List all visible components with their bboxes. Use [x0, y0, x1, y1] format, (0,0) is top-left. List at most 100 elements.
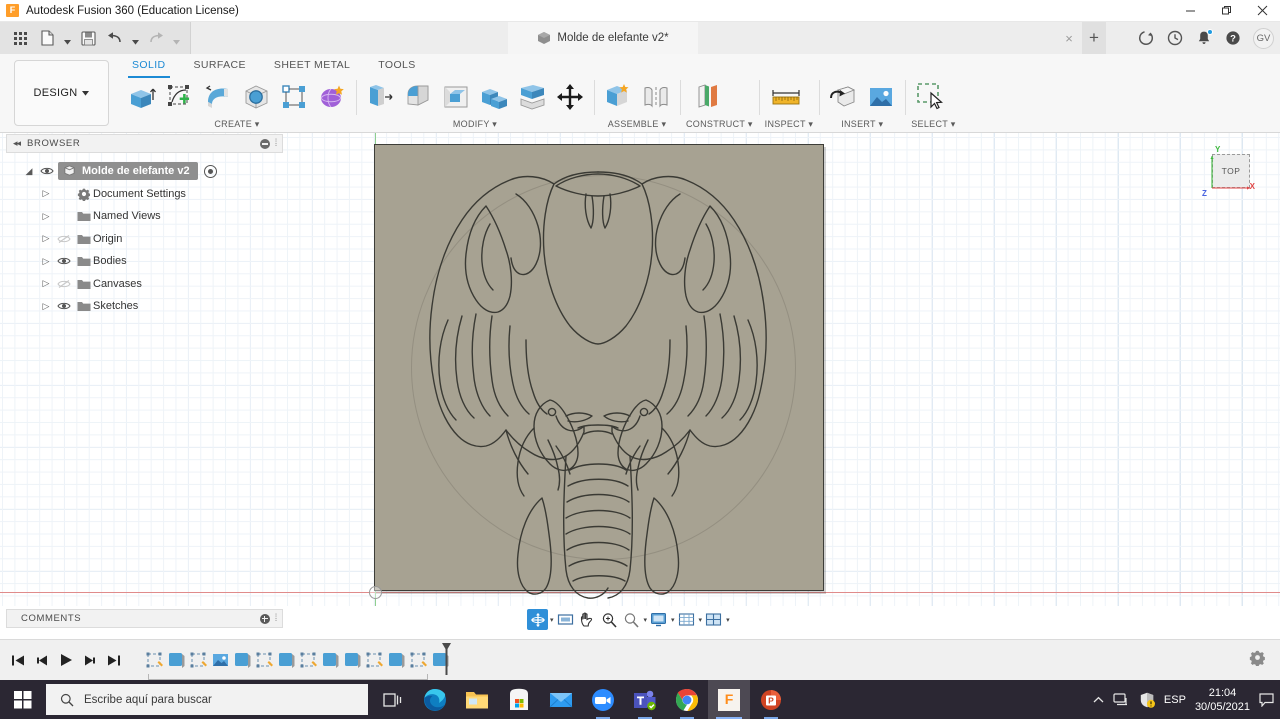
- joint-icon[interactable]: [638, 78, 674, 116]
- recent-activity-icon[interactable]: [1163, 26, 1187, 50]
- fillet-icon[interactable]: [400, 78, 436, 116]
- root-component[interactable]: Molde de elefante v2: [58, 162, 198, 181]
- expander-icon[interactable]: ▷: [39, 211, 53, 222]
- viewports-dropdown-caret[interactable]: ▾: [726, 616, 730, 624]
- panel-select-label[interactable]: SELECT ▾: [911, 119, 955, 133]
- timeline-canvas-feature[interactable]: [210, 649, 232, 674]
- tree-root-row[interactable]: ◢ Molde de elefante v2: [6, 160, 283, 183]
- document-tab[interactable]: Molde de elefante v2*: [508, 22, 698, 54]
- new-file-icon[interactable]: [35, 26, 59, 50]
- orbit-icon[interactable]: [527, 609, 548, 630]
- circle-minus-icon[interactable]: [259, 138, 270, 149]
- revolve-icon[interactable]: [200, 78, 236, 116]
- step-back-icon[interactable]: [34, 651, 50, 669]
- expander-icon[interactable]: ◢: [22, 166, 36, 177]
- origin-point-marker[interactable]: [369, 586, 382, 599]
- visibility-eye-off-icon[interactable]: [53, 234, 75, 244]
- play-icon[interactable]: [58, 651, 74, 669]
- microsoft-teams-icon[interactable]: [624, 680, 666, 719]
- combine-icon[interactable]: [476, 78, 512, 116]
- minimize-button[interactable]: [1172, 0, 1208, 22]
- powerpoint-icon[interactable]: P: [750, 680, 792, 719]
- display-dropdown-caret[interactable]: ▾: [671, 616, 675, 624]
- close-document-tab-button[interactable]: ×: [1058, 22, 1080, 54]
- timeline-sketch-feature[interactable]: [188, 649, 210, 674]
- insert-derive-icon[interactable]: [825, 78, 861, 116]
- tab-tools[interactable]: TOOLS: [364, 54, 429, 76]
- panel-grip-icon[interactable]: ⁞: [275, 138, 278, 149]
- timeline-sketch-feature[interactable]: [254, 649, 276, 674]
- visibility-eye-icon[interactable]: [53, 256, 75, 266]
- panel-inspect-label[interactable]: INSPECT ▾: [765, 119, 814, 133]
- comments-panel-header[interactable]: COMMENTS ⁞: [6, 609, 283, 628]
- new-component-icon[interactable]: [600, 78, 636, 116]
- user-avatar[interactable]: GV: [1253, 27, 1274, 49]
- timeline-extrude-feature[interactable]: [166, 649, 188, 674]
- timeline-settings-gear-icon[interactable]: [1249, 649, 1280, 671]
- pattern-icon[interactable]: [276, 78, 312, 116]
- close-button[interactable]: [1244, 0, 1280, 22]
- timeline-sketch-feature[interactable]: [144, 649, 166, 674]
- fusion-360-icon[interactable]: F: [708, 680, 750, 719]
- tree-item-bodies[interactable]: ▷ Bodies: [6, 250, 283, 273]
- taskbar-search-input[interactable]: Escribe aquí para buscar: [46, 684, 368, 715]
- tab-surface[interactable]: SURFACE: [180, 54, 260, 76]
- timeline-extrude-feature[interactable]: [342, 649, 364, 674]
- redo-icon[interactable]: [144, 26, 168, 50]
- go-to-end-icon[interactable]: [106, 651, 122, 669]
- redo-dropdown-caret[interactable]: [171, 26, 182, 50]
- tab-sheet-metal[interactable]: SHEET METAL: [260, 54, 364, 76]
- timeline-extrude-feature[interactable]: [232, 649, 254, 674]
- design-workspace-dropdown[interactable]: DESIGN: [14, 60, 109, 126]
- panel-modify-label[interactable]: MODIFY ▾: [362, 119, 588, 133]
- press-pull-icon[interactable]: [362, 78, 398, 116]
- help-icon[interactable]: ?: [1221, 26, 1245, 50]
- timeline-sketch-feature[interactable]: [364, 649, 386, 674]
- insert-canvas-icon[interactable]: [863, 78, 899, 116]
- elephant-mold-model[interactable]: [370, 140, 830, 600]
- tree-item-document-settings[interactable]: ▷ Document Settings: [6, 183, 283, 206]
- tree-item-origin[interactable]: ▷ Origin: [6, 228, 283, 251]
- step-forward-icon[interactable]: [82, 651, 98, 669]
- expander-icon[interactable]: ▷: [39, 278, 53, 289]
- file-explorer-icon[interactable]: [456, 680, 498, 719]
- notifications-bell-icon[interactable]: [1192, 26, 1216, 50]
- expander-icon[interactable]: ▷: [39, 301, 53, 312]
- tree-item-canvases[interactable]: ▷ Canvases: [6, 273, 283, 296]
- shell-icon[interactable]: [438, 78, 474, 116]
- microsoft-store-icon[interactable]: [498, 680, 540, 719]
- panel-construct-label[interactable]: CONSTRUCT ▾: [686, 119, 753, 133]
- app-grid-icon[interactable]: [8, 26, 32, 50]
- zoom-icon[interactable]: [599, 609, 620, 630]
- extrude-icon[interactable]: [124, 78, 160, 116]
- form-icon[interactable]: [314, 78, 350, 116]
- language-indicator[interactable]: ESP: [1164, 694, 1186, 706]
- taskbar-clock[interactable]: 21:04 30/05/2021: [1195, 686, 1250, 714]
- restore-button[interactable]: [1208, 0, 1244, 22]
- tree-item-named-views[interactable]: ▷ Named Views: [6, 205, 283, 228]
- new-file-dropdown-caret[interactable]: [62, 26, 73, 50]
- expander-icon[interactable]: ▷: [39, 256, 53, 267]
- timeline-extrude-feature[interactable]: [320, 649, 342, 674]
- visibility-eye-off-icon[interactable]: [53, 279, 75, 289]
- panel-grip-icon[interactable]: ⁞: [275, 613, 278, 624]
- windows-security-warning-icon[interactable]: [1139, 692, 1155, 708]
- visibility-eye-icon[interactable]: [36, 166, 58, 176]
- fit-icon[interactable]: [555, 609, 576, 630]
- grid-dropdown-caret[interactable]: ▾: [699, 616, 703, 624]
- tab-solid[interactable]: SOLID: [118, 54, 180, 78]
- create-sketch-icon[interactable]: [162, 78, 198, 116]
- go-to-beginning-icon[interactable]: [10, 651, 26, 669]
- panel-insert-label[interactable]: INSERT ▾: [825, 119, 899, 133]
- window-selection-icon[interactable]: [911, 78, 953, 116]
- tree-item-sketches[interactable]: ▷ Sketches: [6, 295, 283, 318]
- collapse-left-icon[interactable]: ◂◂: [13, 138, 21, 149]
- timeline-extrude-feature[interactable]: [386, 649, 408, 674]
- activate-component-icon[interactable]: [203, 164, 217, 178]
- view-cube[interactable]: TOP X Y Z: [1202, 145, 1255, 198]
- windows-start-icon[interactable]: [0, 680, 46, 719]
- measure-icon[interactable]: [765, 78, 807, 116]
- zoom-window-icon[interactable]: [621, 609, 642, 630]
- expander-icon[interactable]: ▷: [39, 233, 53, 244]
- timeline-sketch-feature[interactable]: [408, 649, 430, 674]
